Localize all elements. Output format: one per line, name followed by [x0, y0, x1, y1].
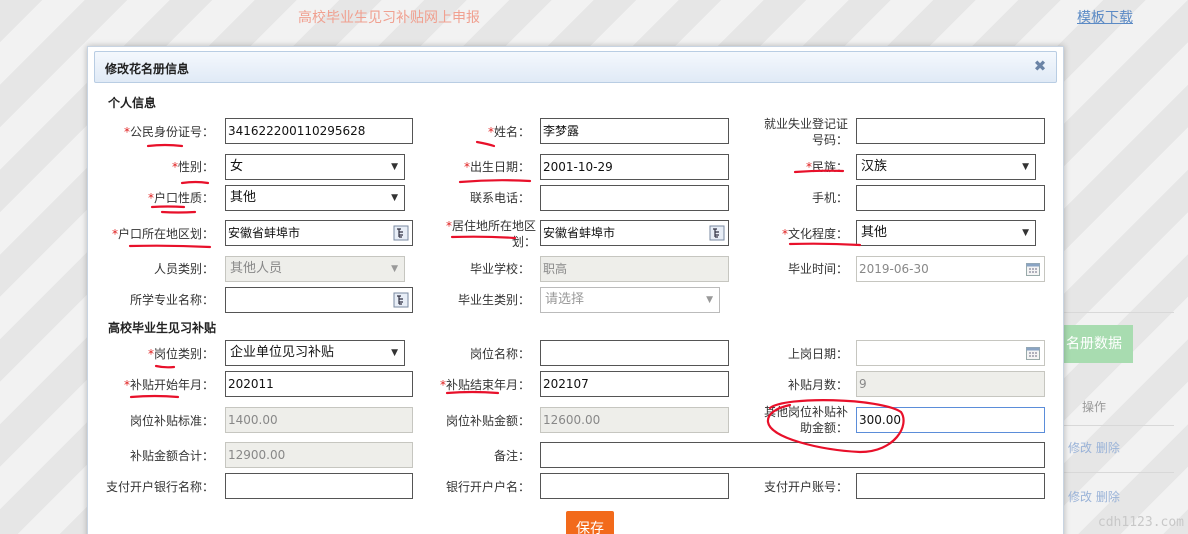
import-roster-button[interactable]: 名册数据: [1060, 325, 1133, 363]
employment-reg-label: 就业失业登记证 号码：: [763, 117, 848, 147]
birth-date-field[interactable]: 2001-10-29: [540, 154, 729, 180]
chevron-down-icon: ▼: [391, 264, 398, 274]
divider: [1064, 425, 1174, 426]
end-month-label: *补贴结束年月：: [439, 378, 530, 392]
education-label: *文化程度：: [781, 227, 848, 241]
save-button[interactable]: 保存: [566, 511, 614, 534]
major-field[interactable]: [225, 287, 413, 313]
row-actions-link[interactable]: 修改 删除: [1068, 439, 1120, 456]
row-actions-link[interactable]: 修改 删除: [1068, 488, 1120, 505]
calendar-icon[interactable]: [1025, 345, 1041, 361]
post-amount-label: 岗位补贴金额：: [445, 414, 530, 428]
name-field[interactable]: 李梦露: [540, 118, 729, 144]
other-subsidy-field[interactable]: 300.00: [856, 407, 1045, 433]
id-number-label: *公民身份证号：: [123, 125, 214, 139]
school-field: 职高: [540, 256, 729, 282]
total-label: 补贴金额合计：: [129, 449, 214, 463]
hukou-region-label: *户口所在地区划：: [111, 227, 214, 241]
section-subsidy-title: 高校毕业生见习补贴: [108, 321, 217, 335]
months-label: 补贴月数：: [787, 378, 848, 392]
chevron-down-icon: ▼: [1022, 228, 1029, 238]
account-name-field[interactable]: [540, 473, 729, 499]
chevron-down-icon: ▼: [391, 162, 398, 172]
grad-type-select[interactable]: 请选择 ▼: [540, 287, 720, 313]
end-month-field[interactable]: 202107: [540, 371, 729, 397]
tree-picker-icon[interactable]: [393, 292, 409, 308]
total-field: 12900.00: [225, 442, 413, 468]
post-amount-field: 12600.00: [540, 407, 729, 433]
close-icon[interactable]: ✖: [1032, 58, 1048, 74]
chevron-down-icon: ▼: [391, 193, 398, 203]
birth-date-label: *出生日期：: [463, 160, 530, 174]
post-name-label: 岗位名称：: [469, 347, 530, 361]
hukou-type-select[interactable]: 其他 ▼: [225, 185, 405, 211]
watermark: cdh1123.com: [1097, 515, 1184, 530]
phone-label: 联系电话：: [469, 191, 530, 205]
bank-name-field[interactable]: [225, 473, 413, 499]
gender-select[interactable]: 女 ▼: [225, 154, 405, 180]
id-number-field[interactable]: 341622200110295628: [225, 118, 413, 144]
post-name-field[interactable]: [540, 340, 729, 366]
start-month-label: *补贴开始年月：: [123, 378, 214, 392]
calendar-icon[interactable]: [1025, 261, 1041, 277]
start-month-field[interactable]: 202011: [225, 371, 413, 397]
dialog-header: 修改花名册信息 ✖: [94, 51, 1057, 83]
chevron-down-icon: ▼: [1022, 162, 1029, 172]
page-title: 高校毕业生见习补贴网上申报: [298, 10, 480, 26]
dialog-title: 修改花名册信息: [105, 62, 190, 76]
mobile-field[interactable]: [856, 185, 1045, 211]
employment-reg-field[interactable]: [856, 118, 1045, 144]
person-type-label: 人员类别：: [153, 262, 214, 276]
table-header-actions: 操作: [1082, 400, 1107, 414]
remark-field[interactable]: [540, 442, 1045, 468]
section-personal-title: 个人信息: [108, 96, 157, 110]
start-work-date-label: 上岗日期：: [787, 347, 848, 361]
residence-region-label: *居住地所在地区 划：: [446, 219, 537, 249]
divider: [1064, 472, 1174, 473]
tree-picker-icon[interactable]: [393, 225, 409, 241]
chevron-down-icon: ▼: [706, 295, 713, 305]
other-subsidy-label: 其他岗位补贴补 助金额：: [763, 405, 848, 435]
name-label: *姓名：: [487, 125, 530, 139]
edit-roster-dialog: 修改花名册信息 ✖ 个人信息 *公民身份证号： 3416222001102956…: [87, 46, 1064, 534]
grad-type-label: 毕业生类别：: [457, 293, 530, 307]
person-type-select: 其他人员 ▼: [225, 256, 405, 282]
ethnicity-label: *民族：: [805, 160, 848, 174]
remark-label: 备注：: [493, 449, 530, 463]
residence-region-field[interactable]: 安徽省蚌埠市: [540, 220, 729, 246]
start-work-date-field[interactable]: [856, 340, 1045, 366]
chevron-down-icon: ▼: [391, 348, 398, 358]
post-standard-field: 1400.00: [225, 407, 413, 433]
template-download-link[interactable]: 模板下载: [1077, 7, 1133, 27]
post-standard-label: 岗位补贴标准：: [129, 414, 214, 428]
bank-name-label: 支付开户银行名称：: [105, 480, 214, 494]
hukou-type-label: *户口性质：: [147, 191, 214, 205]
months-field: 9: [856, 371, 1045, 397]
account-name-label: 银行开户户名：: [445, 480, 530, 494]
account-no-field[interactable]: [856, 473, 1045, 499]
post-type-label: *岗位类别：: [147, 347, 214, 361]
grad-date-label: 毕业时间：: [787, 262, 848, 276]
post-type-select[interactable]: 企业单位见习补贴 ▼: [225, 340, 405, 366]
phone-field[interactable]: [540, 185, 729, 211]
divider: [1064, 312, 1174, 313]
gender-label: *性别：: [171, 160, 214, 174]
grad-date-field[interactable]: 2019-06-30: [856, 256, 1045, 282]
school-label: 毕业学校：: [469, 262, 530, 276]
hukou-region-field[interactable]: 安徽省蚌埠市: [225, 220, 413, 246]
education-select[interactable]: 其他 ▼: [856, 220, 1036, 246]
ethnicity-select[interactable]: 汉族 ▼: [856, 154, 1036, 180]
tree-picker-icon[interactable]: [709, 225, 725, 241]
major-label: 所学专业名称：: [129, 293, 214, 307]
account-no-label: 支付开户账号：: [763, 480, 848, 494]
mobile-label: 手机：: [811, 191, 848, 205]
